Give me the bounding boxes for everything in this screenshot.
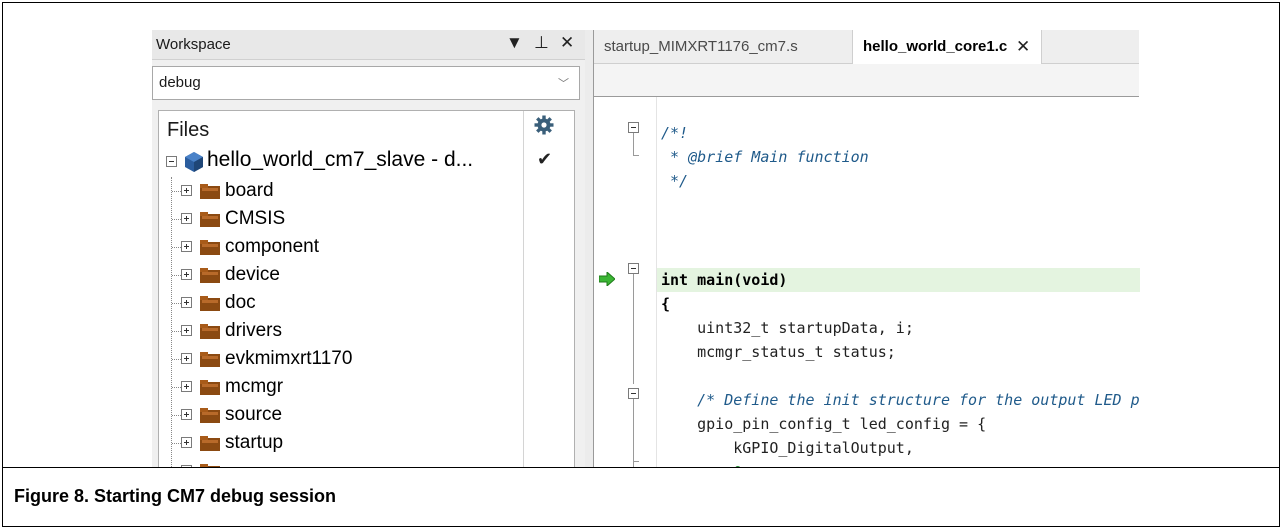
tree-branch [172, 219, 181, 220]
close-icon[interactable]: ✕ [1016, 37, 1030, 57]
folder-label: CMSIS [225, 208, 286, 229]
folder-icon [200, 436, 220, 451]
workspace-panel: Workspace ▼ ⊥ ✕ debug ﹀ Files hello_worl… [152, 30, 585, 468]
code-line: mcmgr_status_t status; [661, 343, 896, 361]
panel-splitter[interactable] [585, 30, 593, 468]
folder-label: board [225, 180, 274, 201]
code-line: kGPIO_DigitalOutput, [661, 439, 914, 457]
project-icon [185, 152, 203, 172]
tree-branch [172, 191, 181, 192]
code-line-current: int main(void) [661, 271, 788, 289]
tree-branch [172, 331, 181, 332]
folder-icon [200, 212, 220, 227]
folder-icon [200, 240, 220, 255]
tab-startup-file[interactable]: startup_MIMXRT1176_cm7.s [604, 38, 798, 55]
expand-icon[interactable] [181, 241, 192, 252]
fold-line [633, 274, 634, 384]
folder-icon [200, 380, 220, 395]
gear-icon[interactable] [534, 115, 554, 135]
dropdown-triangle-icon[interactable]: ▼ [506, 33, 523, 53]
project-name: hello_world_cm7_slave - d... [207, 148, 474, 171]
tree-branch [172, 247, 181, 248]
folder-label: startup [225, 432, 284, 453]
folder-label: evkmimxrt1170 [225, 348, 353, 369]
code-line: * @brief Main function [661, 148, 869, 166]
code-line: uint32_t startupData, i; [661, 319, 914, 337]
folder-icon [200, 324, 220, 339]
close-icon[interactable]: ✕ [560, 33, 574, 53]
tree-branch [172, 359, 181, 360]
fold-line [633, 399, 634, 468]
pin-icon[interactable]: ⊥ [534, 33, 549, 53]
tree-folder-mcmgr[interactable]: mcmgr [159, 373, 523, 401]
expand-icon[interactable] [181, 353, 192, 364]
folder-icon [200, 408, 220, 423]
editor-gutter[interactable] [594, 97, 656, 468]
chevron-down-icon: ﹀ [558, 78, 569, 90]
tree-branch [172, 415, 181, 416]
expand-icon[interactable] [181, 185, 192, 196]
expand-icon[interactable] [181, 325, 192, 336]
caption-bar: Figure 8. Starting CM7 debug session [2, 467, 1280, 527]
folder-icon [200, 352, 220, 367]
fold-collapse-icon[interactable] [628, 388, 639, 399]
files-header: Files [167, 119, 210, 141]
tree-branch [172, 275, 181, 276]
file-tree[interactable]: Files hello_world_cm7_slave - d... ✔ boa… [158, 110, 575, 468]
configuration-value: debug [159, 74, 201, 91]
code-line: gpio_pin_config_t led_config = { [661, 415, 987, 433]
editor-toolbar [594, 64, 1139, 97]
folder-label: component [225, 236, 320, 257]
tree-branch [172, 303, 181, 304]
tree-folder-startup[interactable]: startup [159, 429, 523, 457]
folder-label: doc [225, 292, 256, 313]
tree-folder-source[interactable]: source [159, 401, 523, 429]
expand-icon[interactable] [181, 269, 192, 280]
expand-icon[interactable] [181, 409, 192, 420]
code-area[interactable]: /*! * @brief Main function */ int main(v… [656, 97, 1140, 468]
fold-collapse-icon[interactable] [628, 122, 639, 133]
workspace-title-bar: Workspace ▼ ⊥ ✕ [152, 30, 585, 60]
folder-label: drivers [225, 320, 283, 341]
tree-folder-doc[interactable]: doc [159, 289, 523, 317]
tree-folder-component[interactable]: component [159, 233, 523, 261]
figure-caption: Figure 8. Starting CM7 debug session [14, 486, 337, 506]
fold-collapse-icon[interactable] [628, 263, 639, 274]
tab-hello-world-core1[interactable]: hello_world_core1.c ✕ [852, 30, 1042, 64]
expand-icon[interactable] [181, 213, 192, 224]
workspace-title: Workspace [156, 36, 231, 53]
code-line: { [661, 295, 671, 313]
tree-branch [172, 387, 181, 388]
folder-label: mcmgr [225, 376, 284, 397]
expand-icon[interactable] [181, 381, 192, 392]
fold-end [633, 461, 639, 462]
folder-label: source [225, 404, 283, 425]
tab-label: hello_world_core1.c [863, 38, 1008, 55]
configuration-select[interactable]: debug ﹀ [152, 66, 580, 100]
tree-folder-device[interactable]: device [159, 261, 523, 289]
code-line: */ [661, 172, 689, 190]
code-line: /* Define the init structure for the out… [661, 391, 1140, 409]
folder-icon [200, 296, 220, 311]
tree-folder-drivers[interactable]: drivers [159, 317, 523, 345]
expand-icon[interactable] [181, 297, 192, 308]
editor-tab-bar: startup_MIMXRT1176_cm7.s hello_world_cor… [594, 30, 1139, 64]
code-editor: startup_MIMXRT1176_cm7.s hello_world_cor… [593, 30, 1140, 468]
tree-branch [172, 443, 181, 444]
tree-folder-board[interactable]: board [159, 177, 523, 205]
current-instruction-arrow-icon [599, 272, 615, 286]
fold-line [633, 133, 634, 155]
project-row[interactable]: hello_world_cm7_slave - d... ✔ [159, 147, 574, 177]
folder-label: device [225, 264, 280, 285]
code-line: /*! [661, 124, 689, 142]
tree-folder-cmsis[interactable]: CMSIS [159, 205, 523, 233]
tree-folder-evkmimxrt1170[interactable]: evkmimxrt1170 [159, 345, 523, 373]
expand-icon[interactable] [181, 437, 192, 448]
check-icon: ✔ [537, 149, 553, 169]
folder-icon [200, 268, 220, 283]
collapse-icon[interactable] [166, 156, 177, 167]
fold-end [633, 155, 639, 156]
folder-icon [200, 184, 220, 199]
